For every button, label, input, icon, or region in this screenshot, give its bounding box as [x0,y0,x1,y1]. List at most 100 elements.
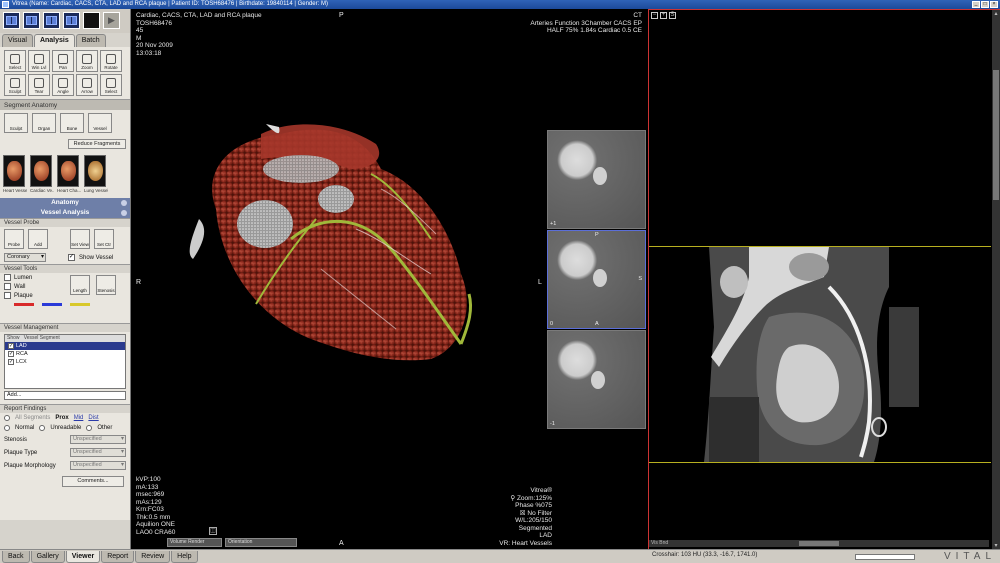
unreadable-radio[interactable] [39,425,46,431]
tool-tear-button[interactable]: Tear [28,74,50,96]
camera-icon[interactable]: ◫ [209,527,217,535]
cross-section-slice-minus1[interactable]: -1 [547,330,646,429]
tool-angle-button[interactable]: Angle [52,74,74,96]
nav-help[interactable]: Help [171,551,198,563]
nav-review[interactable]: Review [135,551,171,563]
curved-mpr-viewport[interactable]: − + S ▴ ▾ Vis Bnd [648,9,1000,549]
plaque-type-select[interactable]: Unspecified [70,448,126,457]
tab-visual[interactable]: Visual [2,34,33,47]
mid-link[interactable]: Mid [74,415,84,421]
plaque-morphology-select[interactable]: Unspecified [70,461,126,470]
plus-icon[interactable]: + [660,12,667,19]
thumbnail-cardiac-vessels[interactable] [30,155,52,187]
all-segments-radio[interactable] [4,415,10,421]
scroll-down-icon[interactable]: ▾ [992,542,1000,549]
minus-icon[interactable]: − [651,12,658,19]
lumen-color-swatch[interactable] [14,303,34,306]
nav-report[interactable]: Report [101,551,135,563]
probe-button[interactable]: Probe [4,229,24,249]
cross-section-slice-current[interactable]: P S A 0 [547,230,646,329]
close-button[interactable]: × [990,1,998,8]
layout-1x1-button[interactable] [3,12,20,29]
other-radio[interactable] [86,425,93,431]
vessel-type-select[interactable]: Coronary [4,253,46,262]
scroll-up-icon[interactable]: ▴ [992,10,1000,18]
thumbnail-heart-vessels[interactable] [3,155,25,187]
tab-batch[interactable]: Batch [75,34,106,47]
anatomy-header[interactable]: Anatomy [0,198,130,208]
settings-icon[interactable]: S [669,12,676,19]
nav-viewer[interactable]: Viewer [65,551,101,563]
list-item[interactable]: LAD [5,342,125,350]
wall-color-swatch[interactable] [42,303,62,306]
tool-win-lvl-button[interactable]: Win Lvl [28,50,50,72]
segment-vessel-button[interactable]: Vessel [88,113,112,133]
layout-3x1-button[interactable] [63,12,80,29]
thumbnail-heart-chambers[interactable] [57,155,79,187]
lumen-checkbox[interactable] [4,274,11,281]
thumbnail-lung-vessel[interactable] [84,155,106,187]
reduce-fragments-button[interactable]: Reduce Fragments [68,139,126,149]
set-view-button[interactable]: Set View [70,229,90,249]
nav-back[interactable]: Back [2,551,30,563]
wall-checkbox[interactable] [4,283,11,290]
tool-pan-button[interactable]: Pan [52,50,74,72]
tool-select2-button[interactable]: Select [100,74,122,96]
list-item[interactable]: LCX [5,358,125,366]
tab-analysis[interactable]: Analysis [33,34,75,47]
segment-sculpt-button[interactable]: Sculpt [4,113,28,133]
vessel-visible-checkbox[interactable] [8,343,14,349]
set-center-button[interactable]: Set Ctr [94,229,114,249]
layout-2x2-button[interactable] [23,12,40,29]
tool-sculpt-button[interactable]: Sculpt [4,74,26,96]
show-vessel-checkbox[interactable] [68,254,75,261]
list-item[interactable]: RCA [5,350,125,358]
vessel-analysis-header[interactable]: Vessel Analysis [0,208,130,218]
length-button[interactable]: Length [70,275,90,295]
vertical-scroll-thumb[interactable] [993,70,999,200]
minimize-button[interactable]: _ [972,1,980,8]
toggle-icon [121,200,127,206]
layout-4x1-button[interactable] [43,12,60,29]
vessel-visible-checkbox[interactable] [8,351,14,357]
maximize-button[interactable]: □ [981,1,989,8]
stenosis-select[interactable]: Unspecified [70,435,126,444]
viewport-icons: − + S [651,12,676,19]
add-vessel-field[interactable]: Add... [4,391,126,400]
normal-radio[interactable] [4,425,10,431]
horizontal-scroll-thumb[interactable] [799,541,839,546]
toggle-icon [121,210,127,216]
vessel-list[interactable]: Show Vessel Segment LAD RCA LCX [4,334,126,389]
tool-arrow-button[interactable]: Arrow [76,74,98,96]
cross-section-slice-plus1[interactable]: +1 [547,130,646,229]
vital-logo: VITAL [943,551,996,562]
segment-organ-button[interactable]: Organ [32,113,56,133]
progress-bar [855,554,915,560]
plaque-checkbox[interactable] [4,292,11,299]
segment-bone-button[interactable]: Bone [60,113,84,133]
plaque-color-swatch[interactable] [70,303,90,306]
tool-rotate-button[interactable]: Rotate [100,50,122,72]
dist-link[interactable]: Dist [88,415,98,421]
vessel-management-header: Vessel Management [0,323,130,332]
vertical-scrollbar[interactable]: ▴ ▾ [992,10,1000,549]
tool-select-button[interactable]: Select [4,50,26,72]
horizontal-scrollbar[interactable]: Vis Bnd [649,540,989,547]
orientation-bottom-label: A [339,540,344,547]
heart-icon [34,161,49,181]
slab-bottom-line[interactable] [649,462,991,463]
add-probe-button[interactable]: Add [28,229,48,249]
orientation-select[interactable]: Orientation [225,538,297,547]
layout-single-button[interactable] [83,12,100,29]
render-mode-select[interactable]: Volume Render [167,538,222,547]
nav-gallery[interactable]: Gallery [30,551,65,563]
stenosis-button[interactable]: Stenosis [96,275,116,295]
prox-label[interactable]: Prox [55,415,68,421]
plaque-type-row: Plaque Type Unspecified [0,446,130,459]
play-button[interactable]: ▶ [103,12,120,29]
vessel-lumen [593,269,607,287]
vessel-visible-checkbox[interactable] [8,359,14,365]
layout-grid-icon [46,16,57,25]
tool-zoom-button[interactable]: Zoom [76,50,98,72]
comments-button[interactable]: Comments... [62,476,124,487]
